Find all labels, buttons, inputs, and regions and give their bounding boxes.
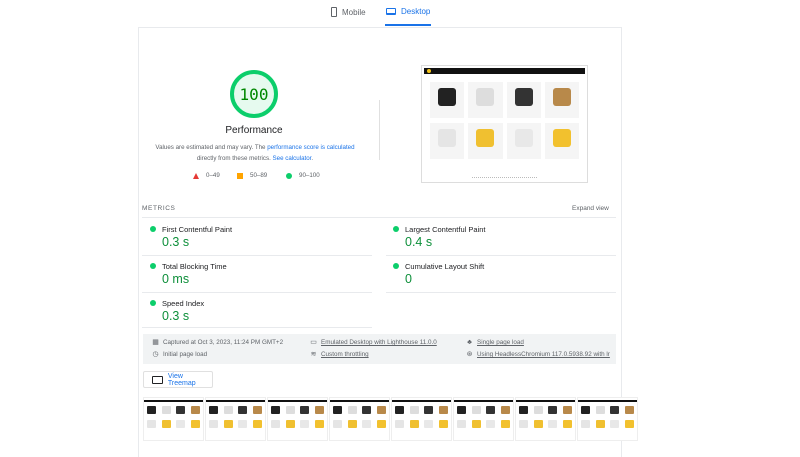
legend-range: 90–100 — [299, 172, 320, 179]
wifi-icon: ≋ — [310, 351, 317, 358]
filmstrip-frame — [515, 397, 576, 441]
see-calculator-link[interactable]: See calculator — [273, 155, 312, 162]
single-page-load[interactable]: ♣ Single page load — [466, 339, 524, 346]
phone-icon — [331, 7, 337, 17]
tab-desktop[interactable]: Desktop — [386, 7, 430, 16]
desc-text: Values are estimated and may vary. The — [155, 144, 268, 151]
tab-desktop-label: Desktop — [401, 7, 431, 16]
metric-value: 0.3 s — [162, 309, 190, 323]
browser-info[interactable]: ⊛ Using HeadlessChromium 117.0.5938.92 wi… — [466, 351, 610, 358]
product-thumbnail — [544, 82, 579, 118]
metric-name: Largest Contentful Paint — [405, 225, 486, 234]
filmstrip-frame — [329, 397, 390, 441]
treemap-icon — [152, 375, 163, 384]
performance-description: Values are estimated and may vary. The p… — [150, 142, 360, 164]
captured-text: Captured at Oct 3, 2023, 11:24 PM GMT+2 — [163, 339, 284, 346]
emulated-device[interactable]: ▭ Emulated Desktop with Lighthouse 11.0.0 — [310, 339, 437, 346]
filmstrip-frame — [143, 397, 204, 441]
pass-dot-icon — [393, 226, 399, 232]
metric-value: 0.4 s — [405, 235, 433, 249]
metric-value: 0 ms — [162, 272, 190, 286]
legend-range: 50–89 — [250, 172, 268, 179]
treemap-label: View Treemap — [167, 372, 196, 387]
legend-range: 0–49 — [206, 172, 220, 179]
desc-suffix: . — [311, 155, 314, 162]
device-tabs: Mobile Desktop — [0, 0, 800, 27]
metric-name: Total Blocking Time — [162, 262, 227, 271]
product-thumbnail — [468, 123, 503, 159]
metric-value: 0 — [405, 272, 412, 286]
product-thumbnail — [544, 123, 579, 159]
metrics-heading: METRICS — [142, 205, 176, 212]
throttling[interactable]: ≋ Custom throttling — [310, 351, 369, 358]
metric-value: 0.3 s — [162, 235, 190, 249]
devices-icon: ▭ — [310, 339, 317, 346]
legend-average: 50–89 — [237, 172, 267, 179]
single-load-link[interactable]: Single page load — [477, 339, 524, 346]
expand-view-toggle[interactable]: Expand view — [572, 205, 609, 212]
score-value: 100 — [239, 84, 269, 104]
pass-dot-icon — [393, 263, 399, 269]
timer-icon: ◷ — [152, 351, 159, 358]
throttling-link[interactable]: Custom throttling — [321, 351, 369, 358]
view-treemap-button[interactable]: View Treemap — [143, 371, 213, 388]
runtime-settings: ▦ Captured at Oct 3, 2023, 11:24 PM GMT+2… — [143, 334, 616, 364]
product-thumbnail — [430, 123, 465, 159]
filmstrip — [143, 397, 638, 441]
final-screenshot — [421, 65, 588, 183]
filmstrip-frame — [205, 397, 266, 441]
square-icon — [237, 172, 243, 179]
browser-link[interactable]: Using HeadlessChromium 117.0.5938.92 wit… — [477, 351, 610, 358]
calendar-icon: ▦ — [152, 339, 159, 346]
pass-dot-icon — [150, 300, 156, 306]
circle-icon — [286, 172, 292, 179]
score-calculated-link[interactable]: performance score is calculated — [267, 144, 354, 151]
tab-mobile-label: Mobile — [342, 7, 366, 17]
performance-score-gauge: 100 — [230, 70, 278, 118]
metric-name: First Contentful Paint — [162, 225, 233, 234]
metric-name: Cumulative Layout Shift — [405, 262, 485, 271]
emulated-link[interactable]: Emulated Desktop with Lighthouse 11.0.0 — [321, 339, 437, 346]
filmstrip-frame — [391, 397, 452, 441]
captured-at: ▦ Captured at Oct 3, 2023, 11:24 PM GMT+2 — [152, 339, 283, 346]
performance-title: Performance — [225, 125, 283, 136]
logo-icon — [427, 69, 431, 73]
divider — [142, 217, 616, 218]
product-thumbnail — [506, 82, 541, 118]
triangle-icon — [193, 172, 199, 179]
filmstrip-frame — [577, 397, 638, 441]
legend-pass: 90–100 — [286, 172, 320, 179]
initial-text: Initial page load — [163, 351, 208, 358]
tab-mobile[interactable]: Mobile — [331, 7, 366, 17]
laptop-icon — [386, 8, 396, 15]
pass-dot-icon — [150, 263, 156, 269]
filmstrip-frame — [267, 397, 328, 441]
product-thumbnail — [468, 82, 503, 118]
chrome-icon: ⊛ — [466, 351, 473, 358]
product-thumbnail — [506, 123, 541, 159]
active-tab-indicator — [385, 24, 431, 26]
pass-dot-icon — [150, 226, 156, 232]
legend-fail: 0–49 — [193, 172, 220, 179]
desc-text-2: directly from these metrics. — [196, 155, 273, 162]
people-icon: ♣ — [467, 339, 472, 346]
metric-name: Speed Index — [162, 299, 205, 308]
filmstrip-frame — [453, 397, 514, 441]
divider — [379, 100, 380, 160]
initial-load: ◷ Initial page load — [152, 351, 207, 358]
product-thumbnail — [430, 82, 465, 118]
